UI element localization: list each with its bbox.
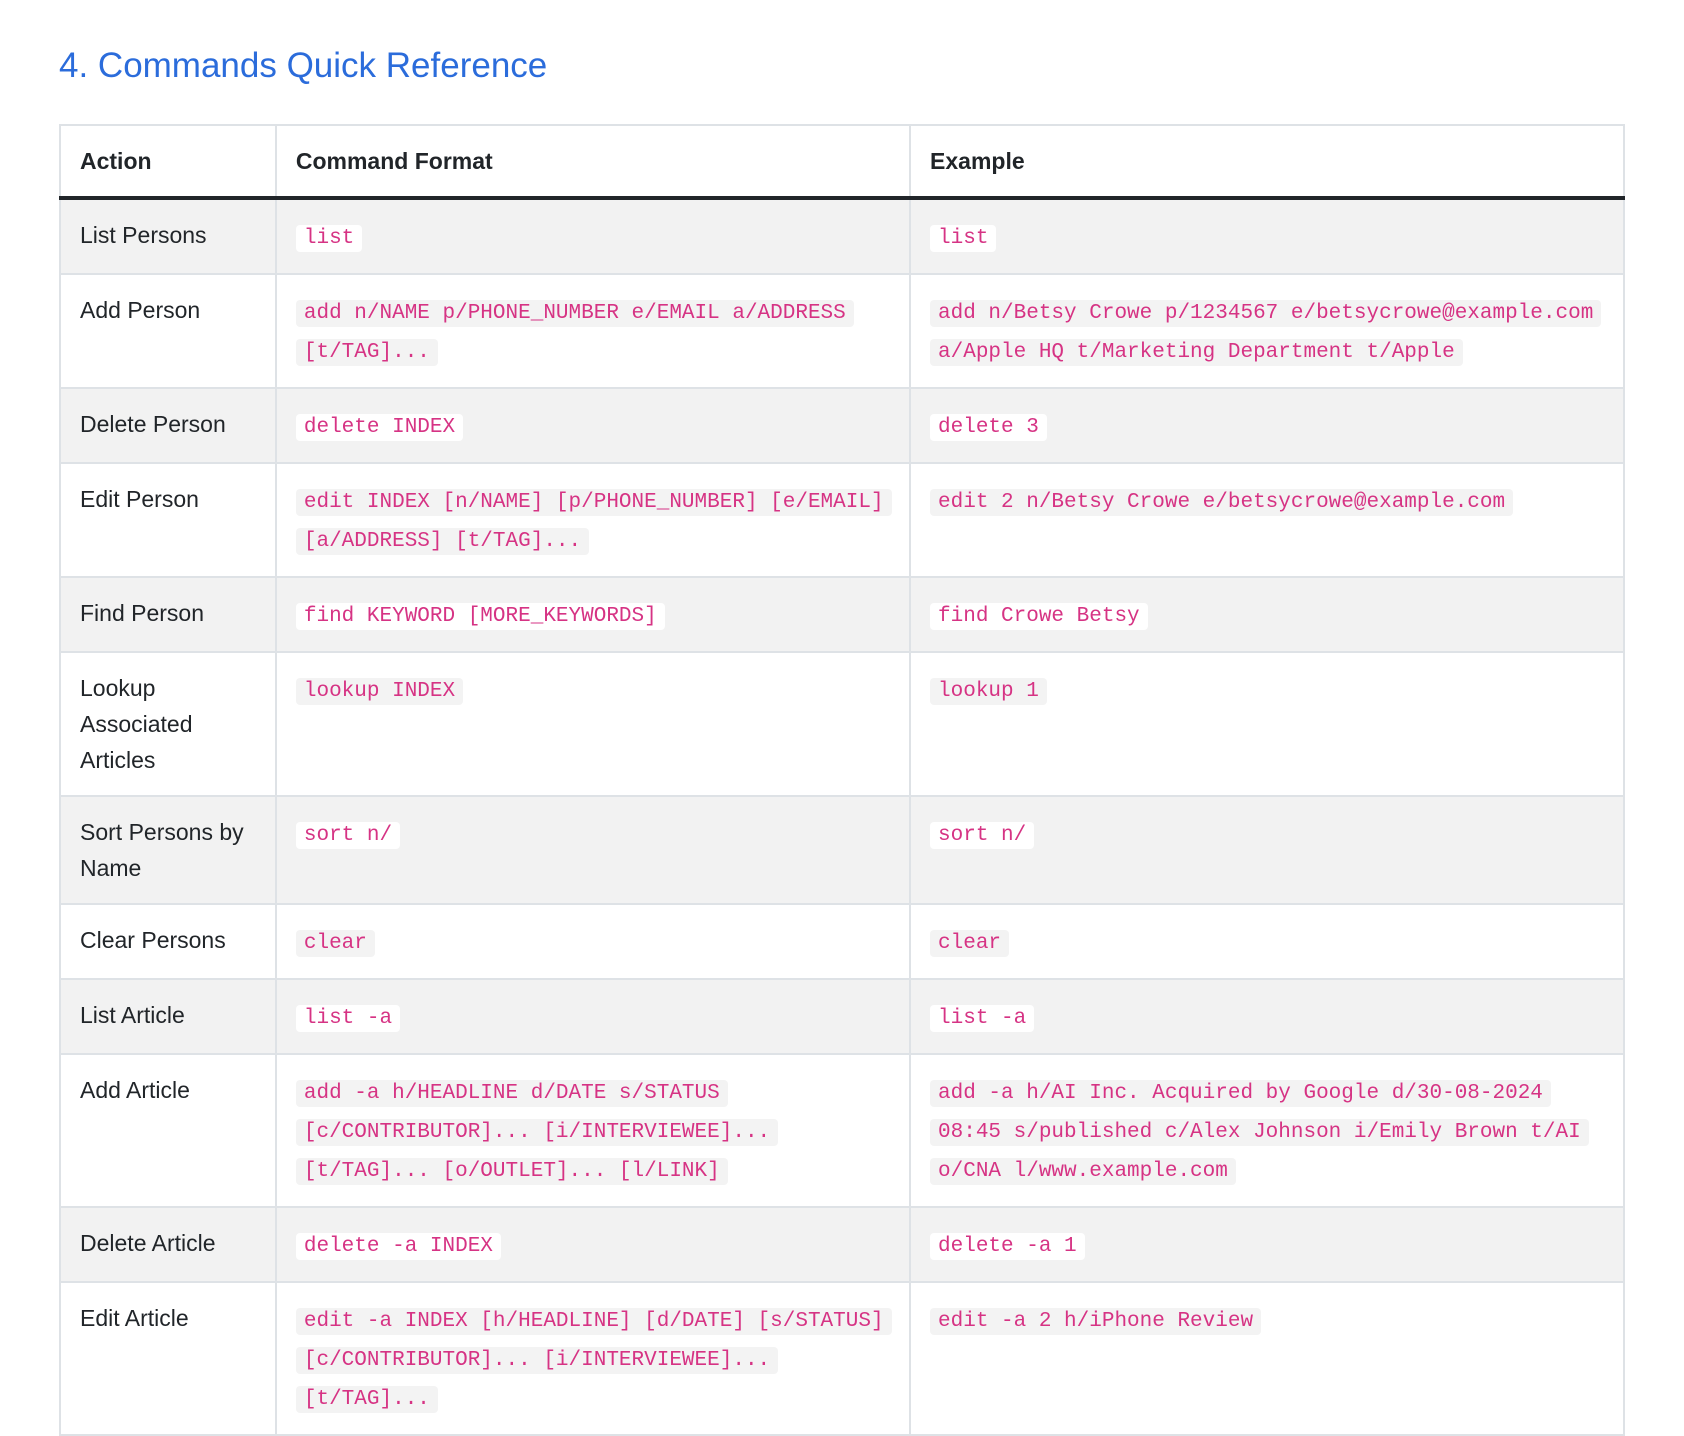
command-format-code: list -a — [295, 1005, 401, 1032]
action-cell: Find Person — [59, 576, 277, 653]
commands-table: Action Command Format Example List Perso… — [59, 124, 1625, 1436]
example-code: sort n/ — [930, 822, 1035, 849]
format-cell: delete -a INDEX — [274, 1206, 912, 1283]
format-cell: list -a — [274, 978, 912, 1055]
example-cell: list -a — [909, 978, 1625, 1055]
command-format-code: list — [295, 225, 363, 252]
example-code: list -a — [930, 1005, 1035, 1032]
table-row: Sort Persons by Name sort n/ sort n/ — [59, 795, 1625, 905]
format-cell: edit -a INDEX [h/HEADLINE] [d/DATE] [s/S… — [274, 1281, 912, 1436]
command-format-code: add -a h/HEADLINE d/DATE s/STATUS [c/CON… — [295, 1080, 779, 1185]
command-format-code: add n/NAME p/PHONE_NUMBER e/EMAIL a/ADDR… — [295, 300, 854, 366]
action-cell: List Article — [59, 978, 277, 1055]
example-cell: delete -a 1 — [909, 1206, 1625, 1283]
format-cell: delete INDEX — [274, 387, 912, 464]
example-cell: add n/Betsy Crowe p/1234567 e/betsycrowe… — [909, 273, 1625, 389]
command-format-code: edit INDEX [n/NAME] [p/PHONE_NUMBER] [e/… — [295, 489, 892, 555]
command-format-code: find KEYWORD [MORE_KEYWORDS] — [295, 603, 665, 630]
table-row: Add Person add n/NAME p/PHONE_NUMBER e/E… — [59, 273, 1625, 389]
action-cell: Edit Person — [59, 462, 277, 578]
action-cell: Sort Persons by Name — [59, 795, 277, 905]
example-code: add n/Betsy Crowe p/1234567 e/betsycrowe… — [930, 300, 1602, 366]
table-row: List Article list -a list -a — [59, 978, 1625, 1055]
example-code: add -a h/AI Inc. Acquired by Google d/30… — [930, 1080, 1589, 1185]
table-row: Find Person find KEYWORD [MORE_KEYWORDS]… — [59, 576, 1625, 653]
example-code: delete -a 1 — [930, 1233, 1085, 1260]
table-header-row: Action Command Format Example — [59, 124, 1625, 200]
command-format-code: sort n/ — [295, 822, 401, 849]
table-row: Edit Article edit -a INDEX [h/HEADLINE] … — [59, 1281, 1625, 1436]
example-code: lookup 1 — [930, 678, 1047, 705]
command-format-code: lookup INDEX — [295, 678, 464, 705]
format-cell: add -a h/HEADLINE d/DATE s/STATUS [c/CON… — [274, 1053, 912, 1208]
example-cell: add -a h/AI Inc. Acquired by Google d/30… — [909, 1053, 1625, 1208]
table-row: Clear Persons clear clear — [59, 903, 1625, 980]
table-row: Edit Person edit INDEX [n/NAME] [p/PHONE… — [59, 462, 1625, 578]
action-cell: Edit Article — [59, 1281, 277, 1436]
command-format-code: delete -a INDEX — [295, 1233, 501, 1260]
example-cell: lookup 1 — [909, 651, 1625, 797]
action-cell: Delete Person — [59, 387, 277, 464]
command-format-code: clear — [295, 930, 375, 957]
action-cell: Lookup Associated Articles — [59, 651, 277, 797]
example-code: list — [930, 225, 997, 252]
format-cell: sort n/ — [274, 795, 912, 905]
action-cell: Add Person — [59, 273, 277, 389]
action-cell: List Persons — [59, 197, 277, 275]
format-cell: edit INDEX [n/NAME] [p/PHONE_NUMBER] [e/… — [274, 462, 912, 578]
header-action: Action — [59, 124, 277, 200]
action-cell: Add Article — [59, 1053, 277, 1208]
table-row: Add Article add -a h/HEADLINE d/DATE s/S… — [59, 1053, 1625, 1208]
table-row: Delete Person delete INDEX delete 3 — [59, 387, 1625, 464]
example-code: delete 3 — [930, 414, 1047, 441]
example-cell: sort n/ — [909, 795, 1625, 905]
example-code: edit 2 n/Betsy Crowe e/betsycrowe@exampl… — [930, 489, 1514, 516]
example-cell: clear — [909, 903, 1625, 980]
format-cell: lookup INDEX — [274, 651, 912, 797]
example-cell: find Crowe Betsy — [909, 576, 1625, 653]
example-code: find Crowe Betsy — [930, 603, 1148, 630]
example-cell: list — [909, 197, 1625, 275]
command-format-code: delete INDEX — [295, 414, 464, 441]
action-cell: Clear Persons — [59, 903, 277, 980]
header-example: Example — [909, 124, 1625, 200]
example-cell: edit 2 n/Betsy Crowe e/betsycrowe@exampl… — [909, 462, 1625, 578]
header-command-format: Command Format — [274, 124, 912, 200]
command-format-code: edit -a INDEX [h/HEADLINE] [d/DATE] [s/S… — [295, 1308, 892, 1413]
example-code: edit -a 2 h/iPhone Review — [930, 1308, 1262, 1335]
example-cell: delete 3 — [909, 387, 1625, 464]
format-cell: add n/NAME p/PHONE_NUMBER e/EMAIL a/ADDR… — [274, 273, 912, 389]
format-cell: find KEYWORD [MORE_KEYWORDS] — [274, 576, 912, 653]
action-cell: Delete Article — [59, 1206, 277, 1283]
table-row: List Persons list list — [59, 197, 1625, 275]
example-cell: edit -a 2 h/iPhone Review — [909, 1281, 1625, 1436]
format-cell: list — [274, 197, 912, 275]
table-row: Lookup Associated Articles lookup INDEX … — [59, 651, 1625, 797]
format-cell: clear — [274, 903, 912, 980]
example-code: clear — [930, 930, 1010, 957]
section-title: 4. Commands Quick Reference — [59, 46, 548, 85]
table-row: Delete Article delete -a INDEX delete -a… — [59, 1206, 1625, 1283]
